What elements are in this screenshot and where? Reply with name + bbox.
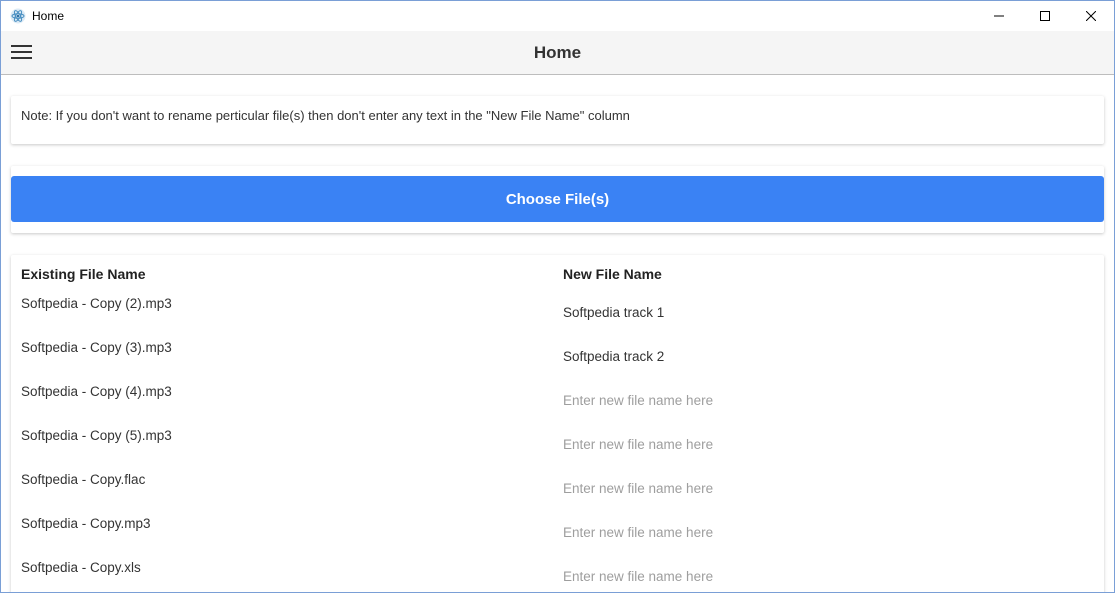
- existing-file-name: Softpedia - Copy (3).mp3: [21, 340, 172, 355]
- hamburger-menu-icon[interactable]: [11, 44, 32, 60]
- existing-file-name: Softpedia - Copy.xls: [21, 560, 141, 575]
- new-file-name-input[interactable]: [563, 521, 1083, 543]
- minimize-button[interactable]: [976, 1, 1022, 31]
- close-button[interactable]: [1068, 1, 1114, 31]
- new-file-name-input[interactable]: [563, 477, 1083, 499]
- title-bar[interactable]: Home: [1, 1, 1114, 31]
- choose-files-card: Choose File(s): [11, 166, 1104, 233]
- app-atom-icon: [10, 8, 26, 24]
- existing-file-name: Softpedia - Copy (4).mp3: [21, 384, 172, 399]
- existing-file-name: Softpedia - Copy.flac: [21, 472, 146, 487]
- app-window: Home Home Note: If you don't want to ren…: [0, 0, 1115, 593]
- minimize-icon: [994, 15, 1004, 17]
- maximize-button[interactable]: [1022, 1, 1068, 31]
- new-file-name-input[interactable]: [563, 389, 1083, 411]
- choose-files-button[interactable]: Choose File(s): [11, 176, 1104, 222]
- new-file-name-input[interactable]: [563, 433, 1083, 455]
- header-existing-file-name: Existing File Name: [21, 266, 146, 282]
- note-card: Note: If you don't want to rename pertic…: [11, 96, 1104, 144]
- header-new-file-name: New File Name: [563, 266, 662, 282]
- new-file-name-input[interactable]: [563, 345, 1083, 367]
- existing-file-name: Softpedia - Copy (2).mp3: [21, 296, 172, 311]
- existing-file-name: Softpedia - Copy.mp3: [21, 516, 151, 531]
- new-file-name-input[interactable]: [563, 565, 1083, 587]
- page-title: Home: [533, 42, 582, 62]
- window-controls: [976, 1, 1114, 31]
- file-rename-table: Existing File Name New File Name Softped…: [11, 255, 1104, 592]
- note-text: Note: If you don't want to rename pertic…: [21, 108, 630, 123]
- window-title: Home: [32, 9, 65, 23]
- existing-file-name: Softpedia - Copy (5).mp3: [21, 428, 172, 443]
- app-bar: Home: [1, 31, 1114, 75]
- close-icon: [1086, 11, 1096, 21]
- new-file-name-input[interactable]: [563, 301, 1083, 323]
- maximize-icon: [1040, 11, 1050, 21]
